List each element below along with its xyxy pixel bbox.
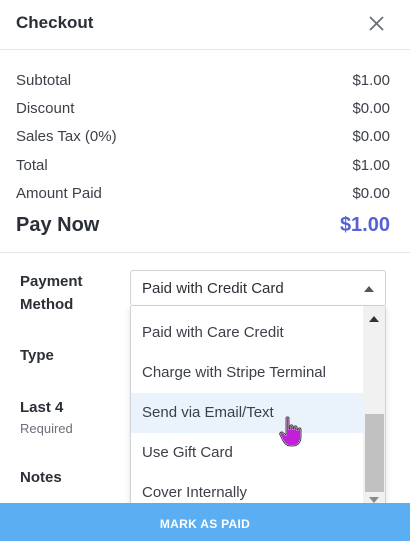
payment-method-label-line2: Method	[20, 296, 74, 313]
summary-value: $1.00	[352, 157, 390, 174]
option-care-credit[interactable]: Paid with Care Credit	[131, 313, 363, 353]
summary-row-subtotal: Subtotal $1.00	[16, 72, 390, 94]
section-divider	[0, 252, 410, 253]
summary-label: Sales Tax (0%)	[16, 128, 117, 145]
hand-pointer-icon	[278, 415, 306, 449]
dropdown-scrollbar[interactable]	[363, 306, 385, 512]
summary-label: Total	[16, 157, 48, 174]
caret-up-icon	[364, 286, 374, 292]
summary-value: $0.00	[352, 100, 390, 117]
pay-now-row: Pay Now $1.00	[16, 214, 390, 242]
last4-label: Last 4	[20, 399, 64, 416]
notes-label: Notes	[20, 469, 62, 486]
summary-row-amount-paid: Amount Paid $0.00	[16, 185, 390, 207]
pay-now-label: Pay Now	[16, 214, 100, 236]
summary-label: Amount Paid	[16, 185, 102, 202]
last4-required-hint: Required	[20, 421, 73, 436]
summary-value: $0.00	[352, 185, 390, 202]
payment-method-label-line1: Payment	[20, 273, 83, 290]
scroll-up-arrow-icon[interactable]	[369, 316, 379, 322]
type-label: Type	[20, 347, 54, 364]
summary-value: $1.00	[352, 72, 390, 89]
summary-value: $0.00	[352, 128, 390, 145]
option-stripe-terminal[interactable]: Charge with Stripe Terminal	[131, 353, 363, 393]
modal-header: Checkout	[0, 0, 410, 50]
pay-now-amount: $1.00	[339, 214, 390, 236]
summary-row-total: Total $1.00	[16, 157, 390, 179]
payment-method-label: Payment Method	[20, 270, 83, 316]
option-gift-card[interactable]: Use Gift Card	[131, 433, 363, 473]
scroll-thumb[interactable]	[365, 414, 384, 492]
summary-label: Discount	[16, 100, 75, 117]
payment-method-dropdown: Paid with Care Credit Charge with Stripe…	[130, 306, 386, 513]
option-email-text[interactable]: Send via Email/Text	[131, 393, 363, 433]
payment-method-selected: Paid with Credit Card	[142, 280, 284, 297]
mark-as-paid-button[interactable]: MARK AS PAID	[0, 503, 410, 541]
modal-title: Checkout	[16, 13, 94, 32]
summary-row-discount: Discount $0.00	[16, 100, 390, 122]
close-icon[interactable]	[366, 13, 388, 35]
payment-method-select[interactable]: Paid with Credit Card	[130, 270, 386, 306]
summary-row-sales-tax: Sales Tax (0%) $0.00	[16, 128, 390, 150]
summary-label: Subtotal	[16, 72, 72, 89]
